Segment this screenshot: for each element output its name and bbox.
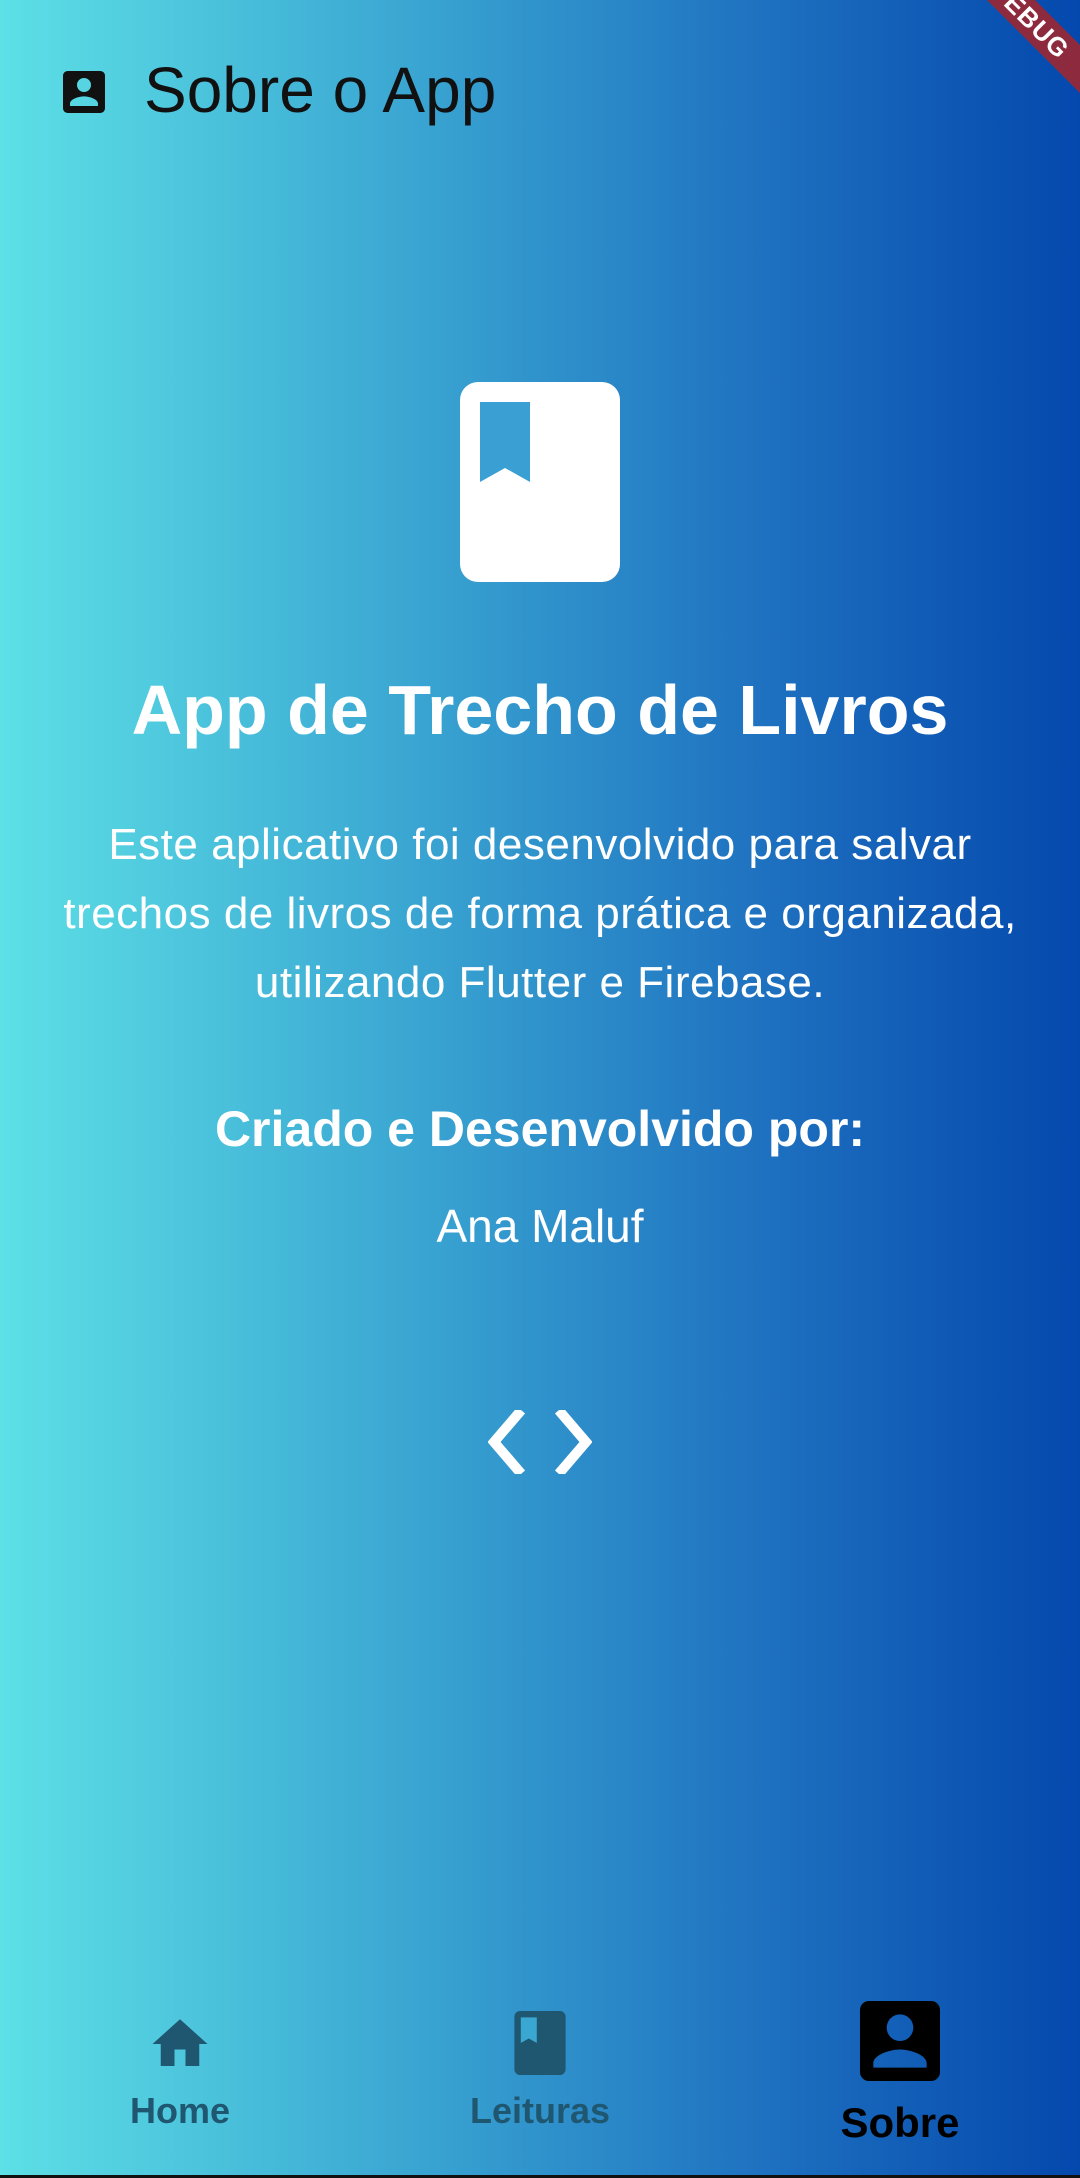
account-box-icon: [63, 71, 105, 113]
page-title: Sobre o App: [144, 54, 497, 126]
nav-item-home[interactable]: Home: [0, 1975, 360, 2175]
credits-heading: Criado e Desenvolvido por:: [214, 1101, 866, 1157]
debug-banner-label: DEBUG: [970, 0, 1080, 109]
nav-item-sobre[interactable]: Sobre: [720, 1975, 1080, 2175]
nav-item-leituras[interactable]: Leituras: [360, 1975, 720, 2175]
bottom-navigation: Home Leituras Sobre: [0, 1975, 1080, 2175]
account-box-icon: [860, 2001, 940, 2081]
app-bar: Sobre o App: [0, 0, 1080, 180]
nav-label-leituras: Leituras: [469, 2090, 611, 2131]
app-description: Este aplicativo foi desenvolvido para sa…: [63, 820, 1017, 1007]
book-icon: [514, 2011, 566, 2075]
home-icon: [152, 2019, 208, 2066]
nav-label-home: Home: [129, 2090, 231, 2131]
app-title: App de Trecho de Livros: [131, 671, 949, 749]
nav-label-sobre: Sobre: [840, 2099, 960, 2146]
author-name: Ana Maluf: [436, 1200, 644, 1252]
book-icon: [460, 382, 620, 582]
code-icon: [488, 1410, 592, 1474]
debug-banner: DEBUG: [970, 0, 1080, 110]
